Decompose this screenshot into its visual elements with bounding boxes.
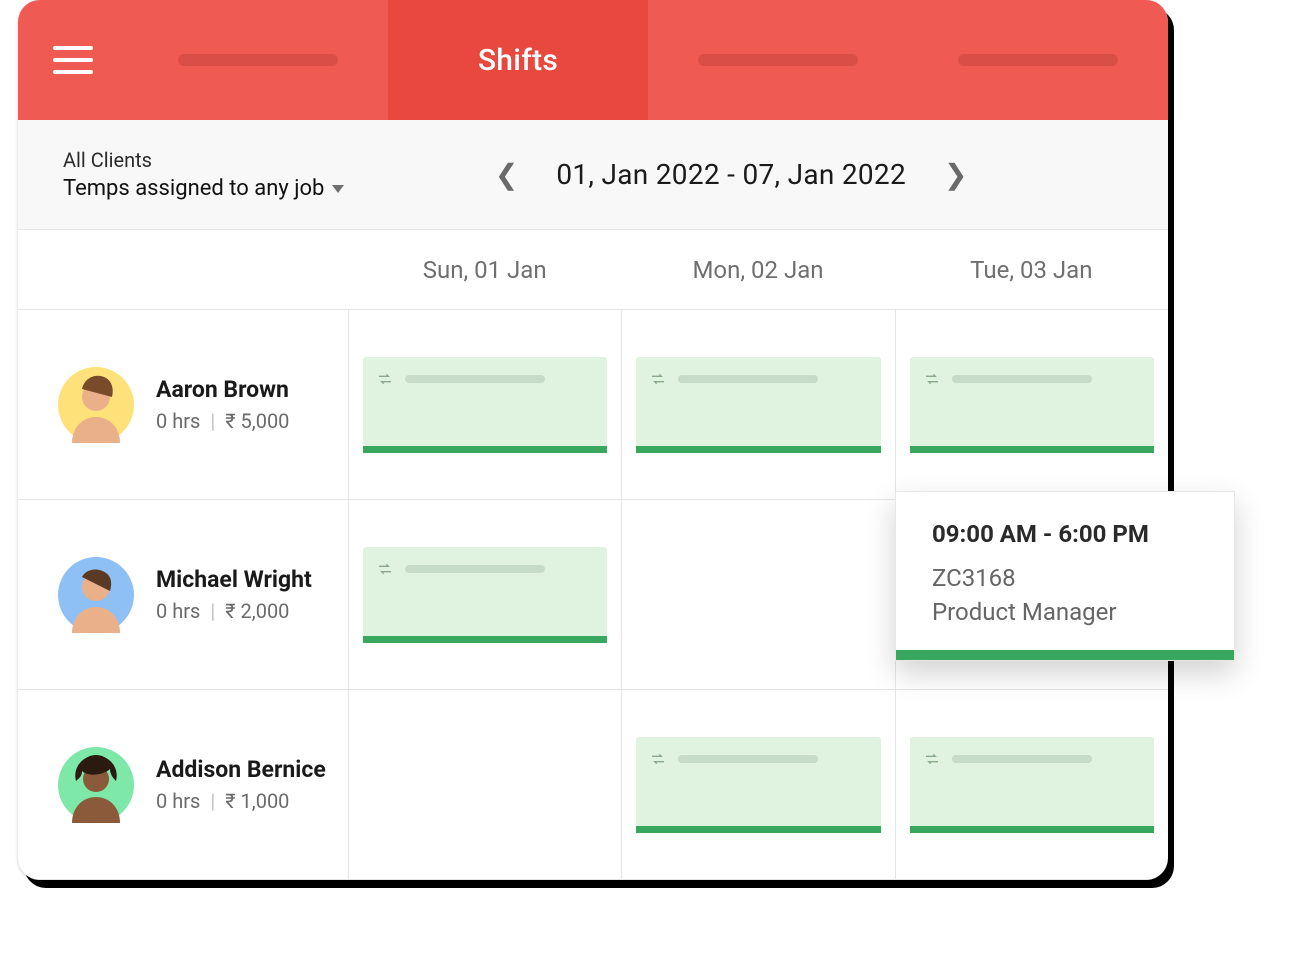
tab-label: Shifts bbox=[478, 43, 558, 78]
day-header-2: Tue, 03 Jan bbox=[895, 230, 1168, 309]
day-cell[interactable] bbox=[348, 500, 621, 689]
tab-skeleton bbox=[958, 54, 1118, 66]
nav-tab-shifts[interactable]: Shifts bbox=[388, 0, 648, 120]
tab-skeleton bbox=[698, 54, 858, 66]
prev-week-button[interactable]: ❮ bbox=[485, 152, 528, 197]
person-hours: 0 hrs bbox=[156, 789, 200, 813]
shift-skeleton bbox=[952, 755, 1092, 763]
menu-icon bbox=[53, 46, 93, 74]
person-meta: 0 hrs | ₹ 2,000 bbox=[156, 599, 312, 623]
person-name: Aaron Brown bbox=[156, 376, 289, 403]
recurring-icon bbox=[924, 751, 940, 767]
filter-left: All Clients Temps assigned to any job bbox=[63, 148, 344, 201]
nav-tab-placeholder-1[interactable] bbox=[128, 0, 388, 120]
shift-skeleton bbox=[678, 755, 818, 763]
person-name: Addison Bernice bbox=[156, 756, 326, 783]
nav-tabs: Shifts bbox=[128, 0, 1168, 120]
shift-skeleton bbox=[405, 565, 545, 573]
shift-status-bar bbox=[636, 446, 880, 453]
shift-skeleton bbox=[952, 375, 1092, 383]
person-hours: 0 hrs bbox=[156, 409, 200, 433]
clients-filter[interactable]: All Clients bbox=[63, 148, 344, 172]
person-info: Aaron Brown 0 hrs | ₹ 5,000 bbox=[156, 376, 289, 433]
date-navigator: ❮ 01, Jan 2022 - 07, Jan 2022 ❯ bbox=[344, 152, 1118, 197]
avatar bbox=[58, 747, 134, 823]
day-header-row: Sun, 01 Jan Mon, 02 Jan Tue, 03 Jan bbox=[18, 230, 1168, 310]
person-amount: ₹ 5,000 bbox=[225, 409, 289, 433]
shift-block[interactable] bbox=[363, 357, 607, 453]
day-cell[interactable] bbox=[621, 690, 894, 879]
avatar bbox=[58, 367, 134, 443]
day-header-1: Mon, 02 Jan bbox=[621, 230, 894, 309]
day-cell[interactable] bbox=[348, 310, 621, 499]
person-info: Michael Wright 0 hrs | ₹ 2,000 bbox=[156, 566, 312, 623]
popover-code: ZC3168 bbox=[932, 564, 1204, 592]
person-meta: 0 hrs | ₹ 5,000 bbox=[156, 409, 289, 433]
person-info: Addison Bernice 0 hrs | ₹ 1,000 bbox=[156, 756, 326, 813]
meta-separator: | bbox=[210, 409, 215, 433]
topbar: Shifts bbox=[18, 0, 1168, 120]
person-amount: ₹ 2,000 bbox=[225, 599, 289, 623]
shift-block[interactable] bbox=[910, 357, 1154, 453]
recurring-icon bbox=[377, 561, 393, 577]
avatar bbox=[58, 557, 134, 633]
shift-status-bar bbox=[910, 826, 1154, 833]
day-cell[interactable] bbox=[348, 690, 621, 879]
recurring-icon bbox=[924, 371, 940, 387]
person-amount: ₹ 1,000 bbox=[225, 789, 289, 813]
schedule-row: Addison Bernice 0 hrs | ₹ 1,000 bbox=[18, 690, 1168, 880]
person-cell[interactable]: Addison Bernice 0 hrs | ₹ 1,000 bbox=[18, 690, 348, 879]
shift-skeleton bbox=[405, 375, 545, 383]
shift-popover: 09:00 AM - 6:00 PM ZC3168 Product Manage… bbox=[895, 491, 1235, 661]
temps-filter[interactable]: Temps assigned to any job bbox=[63, 176, 344, 201]
popover-content: 09:00 AM - 6:00 PM ZC3168 Product Manage… bbox=[896, 492, 1234, 650]
shift-status-bar bbox=[363, 446, 607, 453]
menu-button[interactable] bbox=[18, 0, 128, 120]
popover-time: 09:00 AM - 6:00 PM bbox=[932, 520, 1204, 548]
day-cell[interactable] bbox=[621, 500, 894, 689]
app-frame: Shifts All Clients Temps assigned to any… bbox=[18, 0, 1168, 880]
day-header-0: Sun, 01 Jan bbox=[348, 230, 621, 309]
filter-row: All Clients Temps assigned to any job ❮ … bbox=[18, 120, 1168, 230]
tab-skeleton bbox=[178, 54, 338, 66]
meta-separator: | bbox=[210, 789, 215, 813]
nav-tab-placeholder-3[interactable] bbox=[908, 0, 1168, 120]
shift-block[interactable] bbox=[636, 357, 880, 453]
person-cell[interactable]: Michael Wright 0 hrs | ₹ 2,000 bbox=[18, 500, 348, 689]
day-cell[interactable] bbox=[895, 690, 1168, 879]
popover-status-bar bbox=[896, 650, 1234, 660]
person-cell[interactable]: Aaron Brown 0 hrs | ₹ 5,000 bbox=[18, 310, 348, 499]
shift-block[interactable] bbox=[910, 737, 1154, 833]
shift-status-bar bbox=[910, 446, 1154, 453]
meta-separator: | bbox=[210, 599, 215, 623]
next-week-button[interactable]: ❯ bbox=[934, 152, 977, 197]
person-name: Michael Wright bbox=[156, 566, 312, 593]
person-meta: 0 hrs | ₹ 1,000 bbox=[156, 789, 326, 813]
person-column-header bbox=[18, 230, 348, 309]
recurring-icon bbox=[650, 751, 666, 767]
nav-tab-placeholder-2[interactable] bbox=[648, 0, 908, 120]
chevron-down-icon bbox=[332, 185, 344, 193]
person-hours: 0 hrs bbox=[156, 599, 200, 623]
day-cell[interactable] bbox=[895, 310, 1168, 499]
shift-skeleton bbox=[678, 375, 818, 383]
day-cell[interactable] bbox=[621, 310, 894, 499]
shift-status-bar bbox=[636, 826, 880, 833]
shift-status-bar bbox=[363, 636, 607, 643]
popover-role: Product Manager bbox=[932, 598, 1204, 626]
recurring-icon bbox=[650, 371, 666, 387]
shift-block[interactable] bbox=[363, 547, 607, 643]
date-range-label: 01, Jan 2022 - 07, Jan 2022 bbox=[556, 158, 906, 191]
temps-filter-label: Temps assigned to any job bbox=[63, 176, 324, 201]
shift-block[interactable] bbox=[636, 737, 880, 833]
schedule-row: Aaron Brown 0 hrs | ₹ 5,000 bbox=[18, 310, 1168, 500]
recurring-icon bbox=[377, 371, 393, 387]
